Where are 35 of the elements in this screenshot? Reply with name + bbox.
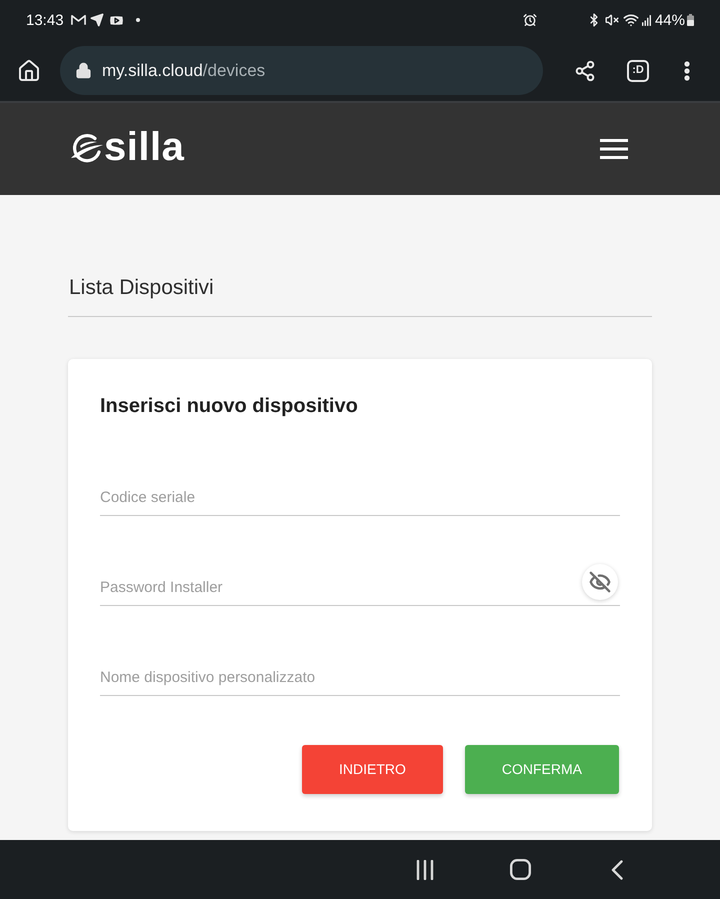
url-field[interactable]: my.silla.cloud/devices	[60, 46, 543, 95]
status-time: 13:43	[26, 12, 64, 28]
chevron-left-icon	[611, 860, 623, 880]
share-button[interactable]	[573, 58, 597, 82]
visibility-toggle-button[interactable]	[582, 564, 618, 600]
menu-button[interactable]	[600, 139, 628, 159]
paper-plane-icon	[90, 13, 104, 27]
three-bars-icon	[415, 860, 435, 880]
notification-dot-icon	[136, 18, 140, 22]
lock-icon	[75, 62, 92, 79]
signal-icon	[642, 14, 651, 26]
home-button[interactable]	[17, 58, 41, 82]
mail-icon	[70, 14, 86, 26]
alarm-clock-icon	[522, 13, 537, 27]
menu-icon	[600, 139, 628, 159]
wifi-icon	[622, 12, 639, 28]
rounded-square-icon	[510, 859, 531, 880]
recent-apps-button[interactable]	[415, 860, 435, 880]
mute-icon	[604, 13, 619, 27]
page-title: Lista Dispositivi	[69, 275, 215, 300]
more-options-button[interactable]	[684, 60, 690, 80]
logo-text: silla	[104, 127, 184, 167]
eye-slash-icon	[589, 571, 611, 593]
share-icon	[574, 60, 596, 82]
more-vertical-icon	[684, 60, 690, 80]
home-icon	[17, 58, 41, 82]
back-nav-button[interactable]	[611, 860, 623, 880]
tab-switcher-button[interactable]: :D	[627, 60, 649, 82]
form-title: Inserisci nuovo dispositivo	[100, 394, 359, 419]
input-field[interactable]: Nome dispositivo personalizzato	[100, 646, 620, 696]
back-button[interactable]: INDIETRO	[302, 745, 443, 794]
input-field[interactable]: Codice seriale	[100, 466, 620, 516]
battery-percentage: 44%	[654, 12, 685, 28]
home-nav-button[interactable]	[510, 859, 531, 880]
battery-icon	[687, 14, 694, 26]
